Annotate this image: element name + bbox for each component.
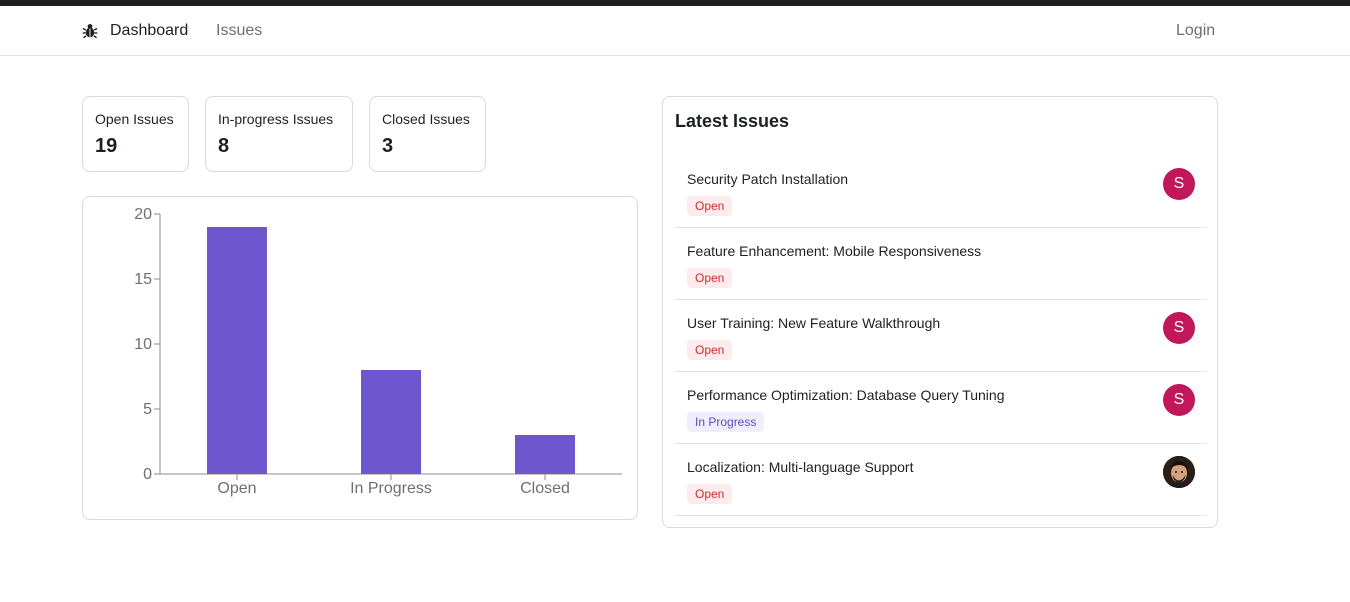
latest-issues-panel: Latest Issues Security Patch Installatio… (662, 96, 1218, 528)
stat-value: 3 (382, 135, 394, 157)
issue-row[interactable]: Localization: Multi-language Support Ope… (675, 444, 1207, 516)
issue-row[interactable]: Performance Optimization: Database Query… (675, 372, 1207, 444)
issue-row[interactable]: User Training: New Feature Walkthrough O… (675, 300, 1207, 372)
status-badge: In Progress (687, 412, 765, 432)
issue-row[interactable]: Feature Enhancement: Mobile Responsivene… (675, 228, 1207, 300)
y-tick-label: 5 (143, 401, 152, 418)
chart-bar (207, 227, 267, 474)
stat-label: In-progress Issues (218, 111, 334, 127)
stat-label: Closed Issues (382, 111, 470, 127)
stat-value: 8 (218, 135, 230, 157)
chart-svg: 0 5 10 15 20 Open In Progress Closed (134, 206, 622, 497)
status-badge: Open (687, 268, 733, 288)
status-badge: Open (687, 196, 733, 216)
navbar: Dashboard Issues Login (0, 6, 1350, 56)
issues-bar-chart: 0 5 10 15 20 Open In Progress Closed (82, 196, 638, 520)
stat-card-in-progress: In-progress Issues 8 (205, 96, 353, 172)
login-link[interactable]: Login (1176, 21, 1215, 41)
chart-bar (361, 370, 421, 474)
status-badge: Open (687, 340, 733, 360)
y-tick-label: 15 (134, 271, 152, 288)
y-tick-label: 20 (134, 206, 152, 223)
y-tick-label: 10 (134, 336, 152, 353)
stat-card-open: Open Issues 19 (82, 96, 189, 172)
stat-card-closed: Closed Issues 3 (369, 96, 486, 172)
y-tick-label: 0 (143, 466, 152, 483)
issue-row[interactable]: Security Patch Installation Open S (675, 156, 1207, 228)
user-photo-icon (1163, 456, 1195, 488)
x-tick-label: Closed (520, 480, 570, 497)
stat-label: Open Issues (95, 111, 174, 127)
issue-title-link[interactable]: Performance Optimization: Database Query… (687, 386, 1005, 404)
status-badge: Open (687, 484, 733, 504)
issue-title-link[interactable]: Security Patch Installation (687, 170, 848, 188)
avatar: S (1163, 312, 1195, 344)
x-tick-label: Open (217, 480, 256, 497)
nav-issues-link[interactable]: Issues (216, 21, 262, 41)
stat-value: 19 (95, 135, 118, 157)
chart-bar (515, 435, 575, 474)
x-tick-label: In Progress (350, 480, 432, 497)
issue-title-link[interactable]: Localization: Multi-language Support (687, 458, 913, 476)
nav-dashboard-link[interactable]: Dashboard (110, 21, 188, 41)
avatar: S (1163, 168, 1195, 200)
avatar: S (1163, 384, 1195, 416)
issue-title-link[interactable]: Feature Enhancement: Mobile Responsivene… (687, 242, 981, 260)
avatar-photo (1163, 456, 1195, 488)
latest-issues-title: Latest Issues (675, 111, 790, 131)
issue-title-link[interactable]: User Training: New Feature Walkthrough (687, 314, 940, 332)
bug-icon[interactable] (81, 22, 99, 40)
